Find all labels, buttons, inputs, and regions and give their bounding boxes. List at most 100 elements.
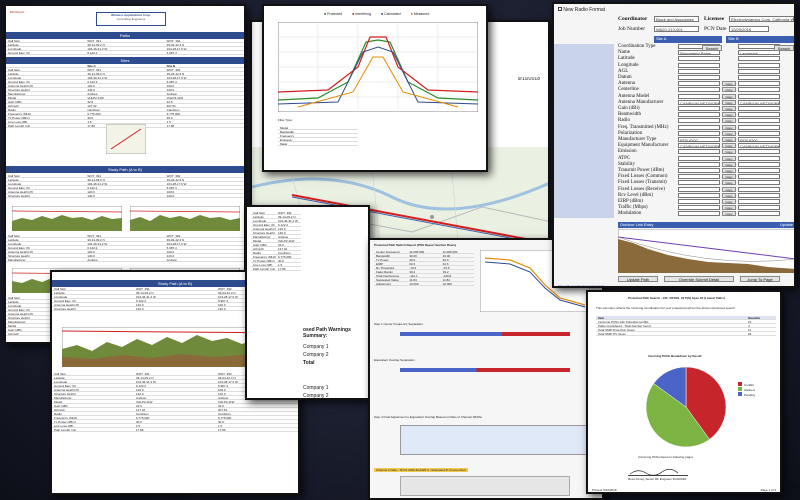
fade-value: 6,122.2	[87, 246, 98, 249]
detail-label: Structure Height	[54, 392, 76, 395]
form-input-b[interactable]	[738, 62, 780, 68]
form-input-b[interactable]: PTP 820C	[738, 137, 780, 142]
form-input-a[interactable]: CAMBIUM NETWORKS	[678, 99, 720, 105]
form-input-a[interactable]: CAMBIUM NETWORKS	[678, 143, 720, 149]
copy-button[interactable]: Copy	[722, 211, 736, 217]
form-input-a[interactable]	[678, 56, 720, 62]
form-input-b[interactable]	[738, 81, 780, 87]
copy-button[interactable]: Copy	[722, 118, 736, 124]
profile-update[interactable]: Update	[780, 222, 793, 227]
form-input-b[interactable]	[738, 149, 780, 155]
search-button-a[interactable]: Search	[702, 45, 722, 51]
form-input-a[interactable]	[678, 75, 720, 80]
form-input-b[interactable]	[738, 180, 780, 186]
form-input-b[interactable]	[738, 174, 780, 180]
form-input-b[interactable]	[738, 93, 780, 99]
sheet-value: 30.0	[409, 258, 416, 261]
detail-label: Call Sign	[54, 372, 67, 375]
form-input-a[interactable]	[678, 192, 720, 198]
copy-button[interactable]: Copy	[722, 137, 736, 142]
copy-button[interactable]: Copy	[722, 155, 736, 161]
form-input-b[interactable]	[738, 56, 780, 62]
form-input-b[interactable]	[738, 130, 780, 136]
form-input-a[interactable]	[678, 161, 720, 167]
form-input-a[interactable]	[678, 112, 720, 118]
form-input-a[interactable]	[678, 199, 720, 204]
mid-label: Ground Elev. (ft)	[253, 223, 275, 226]
mid-label: Manufacturer	[253, 235, 271, 238]
form-input-a[interactable]	[678, 174, 720, 180]
copy-button[interactable]: Copy	[722, 192, 736, 198]
form-input-b[interactable]	[738, 199, 780, 204]
search-button-b[interactable]: Search	[774, 45, 794, 51]
form-input-a[interactable]	[678, 106, 720, 111]
fade-label: Longitude	[8, 242, 22, 245]
form-input-a[interactable]	[678, 186, 720, 192]
copy-button[interactable]: Copy	[722, 149, 736, 155]
form-input-b[interactable]: CAMBIUM NETWORKS	[738, 143, 780, 149]
form-input-a[interactable]	[678, 180, 720, 186]
form-input-b[interactable]	[738, 106, 780, 111]
form-input-a[interactable]	[678, 149, 720, 155]
copy-button[interactable]: Copy	[722, 168, 736, 173]
form-input-a[interactable]	[678, 205, 720, 211]
copy-button[interactable]: Copy	[722, 81, 736, 87]
licensee-field[interactable]: Electrodynamics Corp. California Water S…	[729, 16, 794, 22]
pcn-field[interactable]: 10/29/2018	[729, 26, 769, 32]
form-input-b[interactable]	[738, 211, 780, 217]
jump-page-button[interactable]: Jump To Page	[740, 276, 780, 282]
form-input-b[interactable]	[738, 112, 780, 118]
pie-footnote: (Incoming PCNs listed on following page)	[638, 455, 693, 459]
site-b-tab[interactable]: Site B	[726, 36, 794, 43]
form-input-b[interactable]: CAMBIUM NETWORKS	[738, 99, 780, 105]
form-input-b[interactable]	[738, 155, 780, 161]
form-input-b[interactable]	[738, 75, 780, 80]
form-input-b[interactable]	[738, 205, 780, 211]
job-field[interactable]: WA20-213-001	[654, 26, 699, 32]
form-input-b[interactable]	[738, 87, 780, 93]
form-input-b[interactable]	[738, 124, 780, 130]
update-path-button[interactable]: Update Path	[618, 276, 658, 282]
form-input-b[interactable]	[738, 118, 780, 124]
form-input-a[interactable]	[678, 124, 720, 130]
copy-button[interactable]: Copy	[722, 205, 736, 211]
form-input-a[interactable]	[678, 87, 720, 93]
copy-button[interactable]: Copy	[722, 174, 736, 180]
copy-button[interactable]: Copy	[722, 112, 736, 118]
form-input-a[interactable]	[678, 93, 720, 99]
copy-button[interactable]: Copy	[722, 99, 736, 105]
form-input-a[interactable]	[678, 81, 720, 87]
summary-label: Call Sign	[54, 287, 67, 290]
copy-button[interactable]: Copy	[722, 199, 736, 204]
form-input-a[interactable]: PTP 820C	[678, 137, 720, 142]
site-a-tab[interactable]: Site A	[654, 36, 722, 43]
copy-button[interactable]: Copy	[722, 106, 736, 111]
copy-button[interactable]: Copy	[722, 143, 736, 149]
form-input-b[interactable]	[738, 68, 780, 74]
form-input-a[interactable]	[678, 118, 720, 124]
fade-value: 120.0	[166, 254, 175, 257]
form-input-b[interactable]	[738, 161, 780, 167]
form-input-a[interactable]	[678, 168, 720, 173]
copy-button[interactable]: Copy	[722, 124, 736, 130]
form-input-a[interactable]	[678, 130, 720, 136]
form-input-b[interactable]	[738, 168, 780, 173]
copy-button[interactable]: Copy	[722, 180, 736, 186]
terrain-profile-2	[130, 206, 240, 231]
copy-button[interactable]: Copy	[722, 87, 736, 93]
copy-button[interactable]: Copy	[722, 186, 736, 192]
form-input-b[interactable]	[738, 192, 780, 198]
form-input-a[interactable]	[678, 211, 720, 217]
footer-label-1: Bandwidth	[280, 130, 295, 133]
copy-button[interactable]: Copy	[722, 161, 736, 167]
pie-table-item: Total SMR Protection Given	[598, 328, 635, 331]
coordinator-field[interactable]: Black and Associates	[654, 16, 699, 22]
form-input-b[interactable]	[738, 186, 780, 192]
form-input-a[interactable]	[678, 155, 720, 161]
form-input-a[interactable]	[678, 68, 720, 74]
form-checkbox[interactable]	[558, 7, 562, 11]
override-submit-button[interactable]: Override Submit Detail	[664, 276, 734, 282]
form-input-a[interactable]	[678, 62, 720, 68]
copy-button[interactable]: Copy	[722, 93, 736, 99]
copy-button[interactable]: Copy	[722, 130, 736, 136]
